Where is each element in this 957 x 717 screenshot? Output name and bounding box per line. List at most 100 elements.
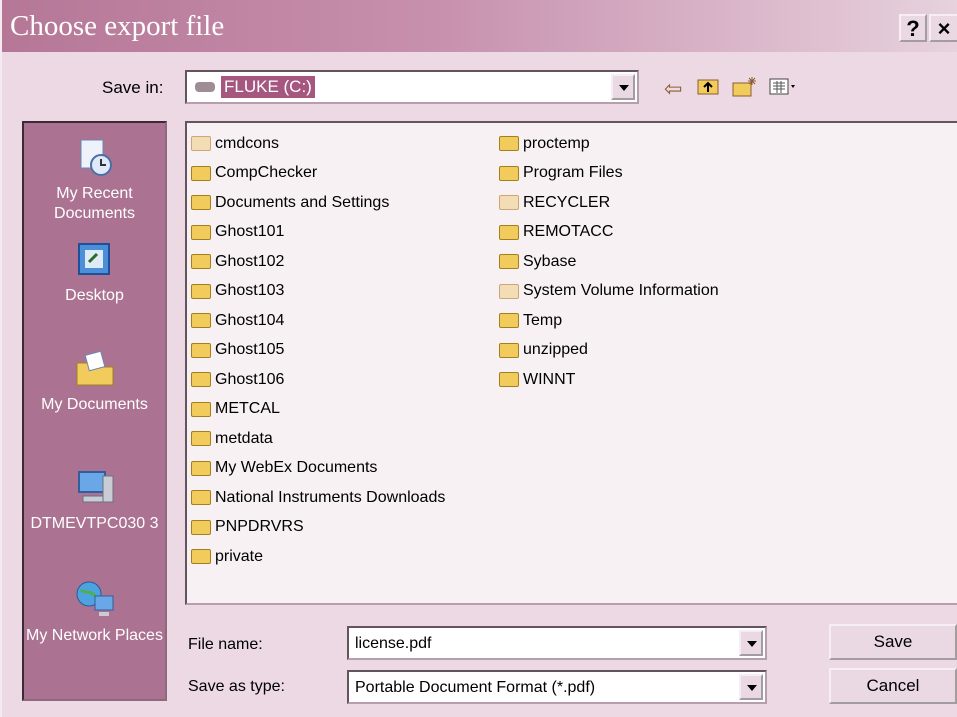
folder-icon: [191, 254, 211, 270]
folder-icon: [499, 283, 519, 299]
computer-icon: [77, 471, 113, 503]
folder-name: Ghost106: [215, 370, 285, 388]
folder-name: RECYCLER: [523, 193, 611, 211]
title-bar: Choose export file ? ×: [2, 0, 957, 52]
folder-icon: [191, 460, 211, 476]
help-button[interactable]: ?: [899, 14, 927, 42]
folder-icon: [191, 490, 211, 506]
file-name-field[interactable]: license.pdf: [347, 626, 767, 660]
folder-name: METCAL: [215, 400, 280, 418]
folder-icon: [499, 313, 519, 329]
folder-icon: [191, 401, 211, 417]
folder-icon: [191, 519, 211, 535]
folder-item[interactable]: Ghost102: [191, 247, 445, 277]
folder-name: System Volume Information: [523, 282, 719, 300]
folder-item[interactable]: metdata: [191, 424, 445, 454]
folder-item[interactable]: System Volume Information: [499, 277, 719, 307]
folder-item[interactable]: CompChecker: [191, 159, 445, 189]
folder-item[interactable]: proctemp: [499, 129, 719, 159]
folder-icon: [499, 165, 519, 181]
place-label: My Network Places: [26, 627, 163, 644]
file-list-column-1: cmdcons CompChecker Documents and Settings…: [191, 129, 445, 572]
folder-icon: [191, 283, 211, 299]
place-my-computer[interactable]: DTMEVTPC030 3: [24, 468, 165, 534]
folder-item[interactable]: private: [191, 542, 445, 572]
place-label: My Recent Documents: [54, 185, 135, 222]
file-name-dropdown-button[interactable]: [739, 630, 763, 656]
save-as-type-label: Save as type:: [188, 678, 285, 695]
save-as-type-select[interactable]: Portable Document Format (*.pdf): [347, 670, 767, 704]
folder-icon: [191, 342, 211, 358]
save-in-dropdown[interactable]: FLUKE (C:): [185, 70, 639, 104]
folder-icon: [499, 224, 519, 240]
folder-item[interactable]: Ghost103: [191, 277, 445, 307]
save-as-type-dropdown-button[interactable]: [739, 674, 763, 700]
back-arrow-icon[interactable]: ⇦: [664, 76, 682, 102]
folder-icon: [499, 342, 519, 358]
folder-name: cmdcons: [215, 134, 280, 152]
folder-name: proctemp: [523, 134, 590, 152]
file-list-column-2: proctemp Program Files RECYCLER REMOTACC Syb…: [499, 129, 719, 395]
folder-item[interactable]: cmdcons: [191, 129, 445, 159]
folder-icon: [191, 431, 211, 447]
folder-name: My WebEx Documents: [215, 459, 378, 477]
folder-icon: [191, 549, 211, 565]
folder-name: Temp: [523, 311, 563, 329]
place-label: DTMEVTPC030 3: [30, 515, 159, 532]
place-network[interactable]: My Network Places: [24, 580, 165, 646]
window-title: Choose export file: [10, 10, 225, 42]
folder-item[interactable]: unzipped: [499, 336, 719, 366]
folder-icon: [499, 254, 519, 270]
folder-item[interactable]: Program Files: [499, 159, 719, 189]
view-menu-icon[interactable]: [769, 76, 799, 102]
close-button[interactable]: ×: [929, 14, 957, 42]
folder-name: WINNT: [523, 370, 576, 388]
folder-icon: [191, 372, 211, 388]
folder-item[interactable]: RECYCLER: [499, 188, 719, 218]
folder-item[interactable]: Ghost104: [191, 306, 445, 336]
place-my-documents[interactable]: My Documents: [24, 349, 165, 415]
folder-icon: [191, 195, 211, 211]
folder-item[interactable]: National Instruments Downloads: [191, 483, 445, 513]
my-documents-icon: [76, 350, 113, 386]
file-list[interactable]: cmdcons CompChecker Documents and Settings…: [185, 121, 957, 605]
folder-item[interactable]: PNPDRVRS: [191, 513, 445, 543]
save-in-value: FLUKE (C:): [221, 76, 315, 98]
place-desktop[interactable]: Desktop: [24, 240, 165, 306]
folder-item[interactable]: Ghost106: [191, 365, 445, 395]
folder-name: PNPDRVRS: [215, 518, 304, 536]
folder-item[interactable]: Ghost101: [191, 218, 445, 248]
folder-item[interactable]: My WebEx Documents: [191, 454, 445, 484]
folder-icon: [191, 313, 211, 329]
export-dialog: Choose export file ? × Save in: FLUKE (C…: [0, 0, 957, 717]
save-button[interactable]: Save: [829, 624, 957, 660]
file-name-label: File name:: [188, 636, 263, 653]
folder-name: Sybase: [523, 252, 577, 270]
folder-name: metdata: [215, 429, 273, 447]
folder-name: National Instruments Downloads: [215, 488, 446, 506]
cancel-button[interactable]: Cancel: [829, 668, 957, 704]
folder-icon: [191, 165, 211, 181]
folder-item[interactable]: Temp: [499, 306, 719, 336]
new-folder-icon[interactable]: [732, 76, 758, 104]
place-label: My Documents: [41, 396, 148, 413]
folder-icon: [499, 372, 519, 388]
folder-name: Documents and Settings: [215, 193, 390, 211]
folder-item[interactable]: Sybase: [499, 247, 719, 277]
save-as-type-value: Portable Document Format (*.pdf): [355, 679, 596, 696]
folder-item[interactable]: Ghost105: [191, 336, 445, 366]
folder-icon: [191, 136, 211, 152]
save-in-label: Save in:: [102, 78, 164, 97]
place-recent-documents[interactable]: My Recent Documents: [24, 138, 165, 224]
place-label: Desktop: [65, 287, 124, 304]
folder-item[interactable]: REMOTACC: [499, 218, 719, 248]
folder-item[interactable]: Documents and Settings: [191, 188, 445, 218]
up-folder-icon[interactable]: [697, 76, 719, 102]
folder-name: unzipped: [523, 341, 588, 359]
folder-item[interactable]: METCAL: [191, 395, 445, 425]
folder-item[interactable]: WINNT: [499, 365, 719, 395]
folder-icon: [191, 224, 211, 240]
folder-name: Ghost103: [215, 282, 285, 300]
folder-name: REMOTACC: [523, 223, 614, 241]
save-in-dropdown-button[interactable]: [611, 74, 635, 100]
